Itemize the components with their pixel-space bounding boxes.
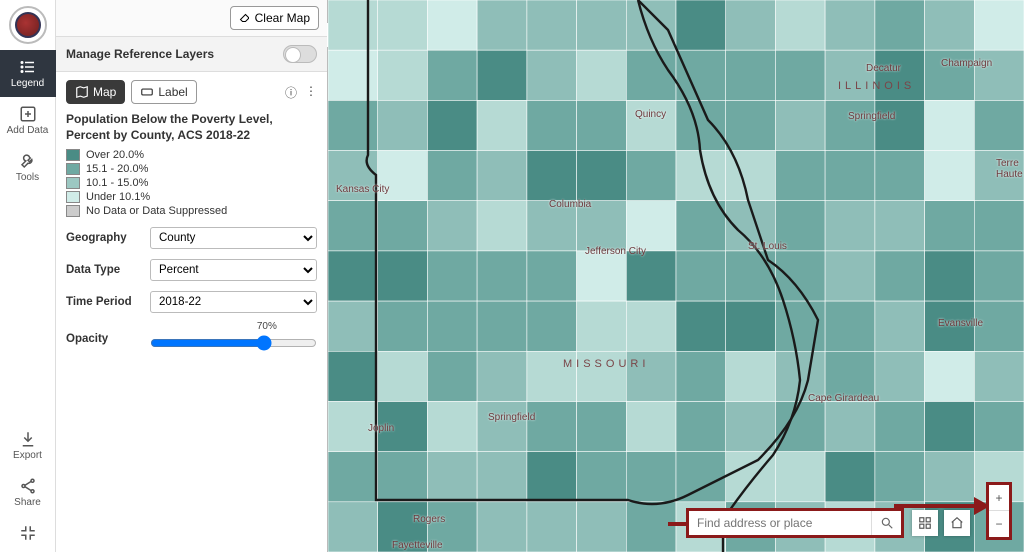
panel-top: Clear Map: [56, 0, 327, 37]
left-rail: Legend Add Data Tools Export Share: [0, 0, 56, 552]
legend-item: Over 20.0%: [66, 149, 317, 161]
legend-label: Over 20.0%: [86, 149, 144, 161]
data-type-select[interactable]: Percent: [150, 259, 317, 281]
geography-select[interactable]: County: [150, 227, 317, 249]
rail-legend-label: Legend: [11, 78, 44, 89]
panel-body: Map Label ⓘ ⋮ Population Below the Pover…: [56, 72, 327, 362]
opacity-label: Opacity: [66, 333, 150, 345]
label-tab[interactable]: Label: [131, 80, 196, 104]
manage-layers-label: Manage Reference Layers: [66, 47, 214, 61]
basemap-gallery-button[interactable]: [912, 510, 938, 536]
home-icon: [950, 516, 964, 530]
rail-add-data[interactable]: Add Data: [0, 97, 56, 144]
clear-map-button[interactable]: Clear Map: [230, 6, 319, 30]
rail-share[interactable]: Share: [0, 469, 56, 516]
wrench-icon: [19, 152, 37, 170]
rail-share-label: Share: [14, 497, 41, 508]
rail-tools-label: Tools: [16, 172, 39, 183]
legend-swatch: [66, 163, 80, 175]
legend-label: 15.1 - 20.0%: [86, 163, 148, 175]
info-icon[interactable]: ⓘ: [285, 84, 297, 101]
opacity-slider[interactable]: [150, 335, 317, 351]
zoom-in-button[interactable]: +: [989, 485, 1009, 511]
plus-square-icon: [19, 105, 37, 123]
search-button[interactable]: [871, 511, 901, 535]
collapse-icon: [19, 524, 37, 542]
rail-export-label: Export: [13, 450, 42, 461]
legend-label: No Data or Data Suppressed: [86, 205, 227, 217]
legend-item: 15.1 - 20.0%: [66, 163, 317, 175]
label-icon: [140, 85, 154, 99]
legend-label: 10.1 - 15.0%: [86, 177, 148, 189]
rail-add-data-label: Add Data: [7, 125, 49, 136]
search-icon: [880, 516, 894, 530]
map-icon: [75, 85, 89, 99]
rail-collapse[interactable]: [0, 516, 56, 552]
data-type-label: Data Type: [66, 264, 150, 276]
legend-swatch: [66, 205, 80, 217]
share-icon: [19, 477, 37, 495]
more-icon[interactable]: ⋮: [305, 84, 317, 101]
rail-export[interactable]: Export: [0, 422, 56, 469]
legend-item: 10.1 - 15.0%: [66, 177, 317, 189]
manage-layers-row: Manage Reference Layers: [56, 37, 327, 72]
download-icon: [19, 430, 37, 448]
clear-map-label: Clear Map: [255, 11, 310, 25]
zoom-in-label: +: [995, 491, 1002, 505]
manage-layers-toggle[interactable]: [283, 45, 317, 63]
home-extent-button[interactable]: [944, 510, 970, 536]
legend-swatch: [66, 177, 80, 189]
search-box: [686, 508, 904, 538]
zoom-controls: + −: [986, 482, 1012, 540]
legend-swatch: [66, 149, 80, 161]
zoom-out-button[interactable]: −: [989, 511, 1009, 537]
app-logo: [9, 6, 47, 44]
rail-tools[interactable]: Tools: [0, 144, 56, 191]
layer-title: Population Below the Poverty Level, Perc…: [66, 112, 317, 143]
list-icon: [19, 58, 37, 76]
legend-panel: Clear Map Manage Reference Layers Map La…: [56, 0, 328, 552]
opacity-value: 70%: [257, 321, 277, 332]
time-period-select[interactable]: 2018-22: [150, 291, 317, 313]
legend-label: Under 10.1%: [86, 191, 150, 203]
search-input[interactable]: [689, 516, 871, 530]
legend-item: No Data or Data Suppressed: [66, 205, 317, 217]
legend-swatch: [66, 191, 80, 203]
rail-legend[interactable]: Legend: [0, 50, 56, 97]
time-period-label: Time Period: [66, 296, 150, 308]
map-tab-label: Map: [93, 85, 116, 99]
eraser-icon: [239, 12, 251, 24]
label-tab-label: Label: [158, 85, 187, 99]
zoom-out-label: −: [995, 517, 1002, 531]
map-tab[interactable]: Map: [66, 80, 125, 104]
legend-list: Over 20.0% 15.1 - 20.0% 10.1 - 15.0% Under …: [66, 149, 317, 217]
map-svg: [328, 0, 1024, 552]
geography-label: Geography: [66, 232, 150, 244]
grid-icon: [918, 516, 932, 530]
legend-item: Under 10.1%: [66, 191, 317, 203]
map-canvas[interactable]: MISSOURIILLINOIS Kansas CityColumbiaJeff…: [328, 0, 1024, 552]
